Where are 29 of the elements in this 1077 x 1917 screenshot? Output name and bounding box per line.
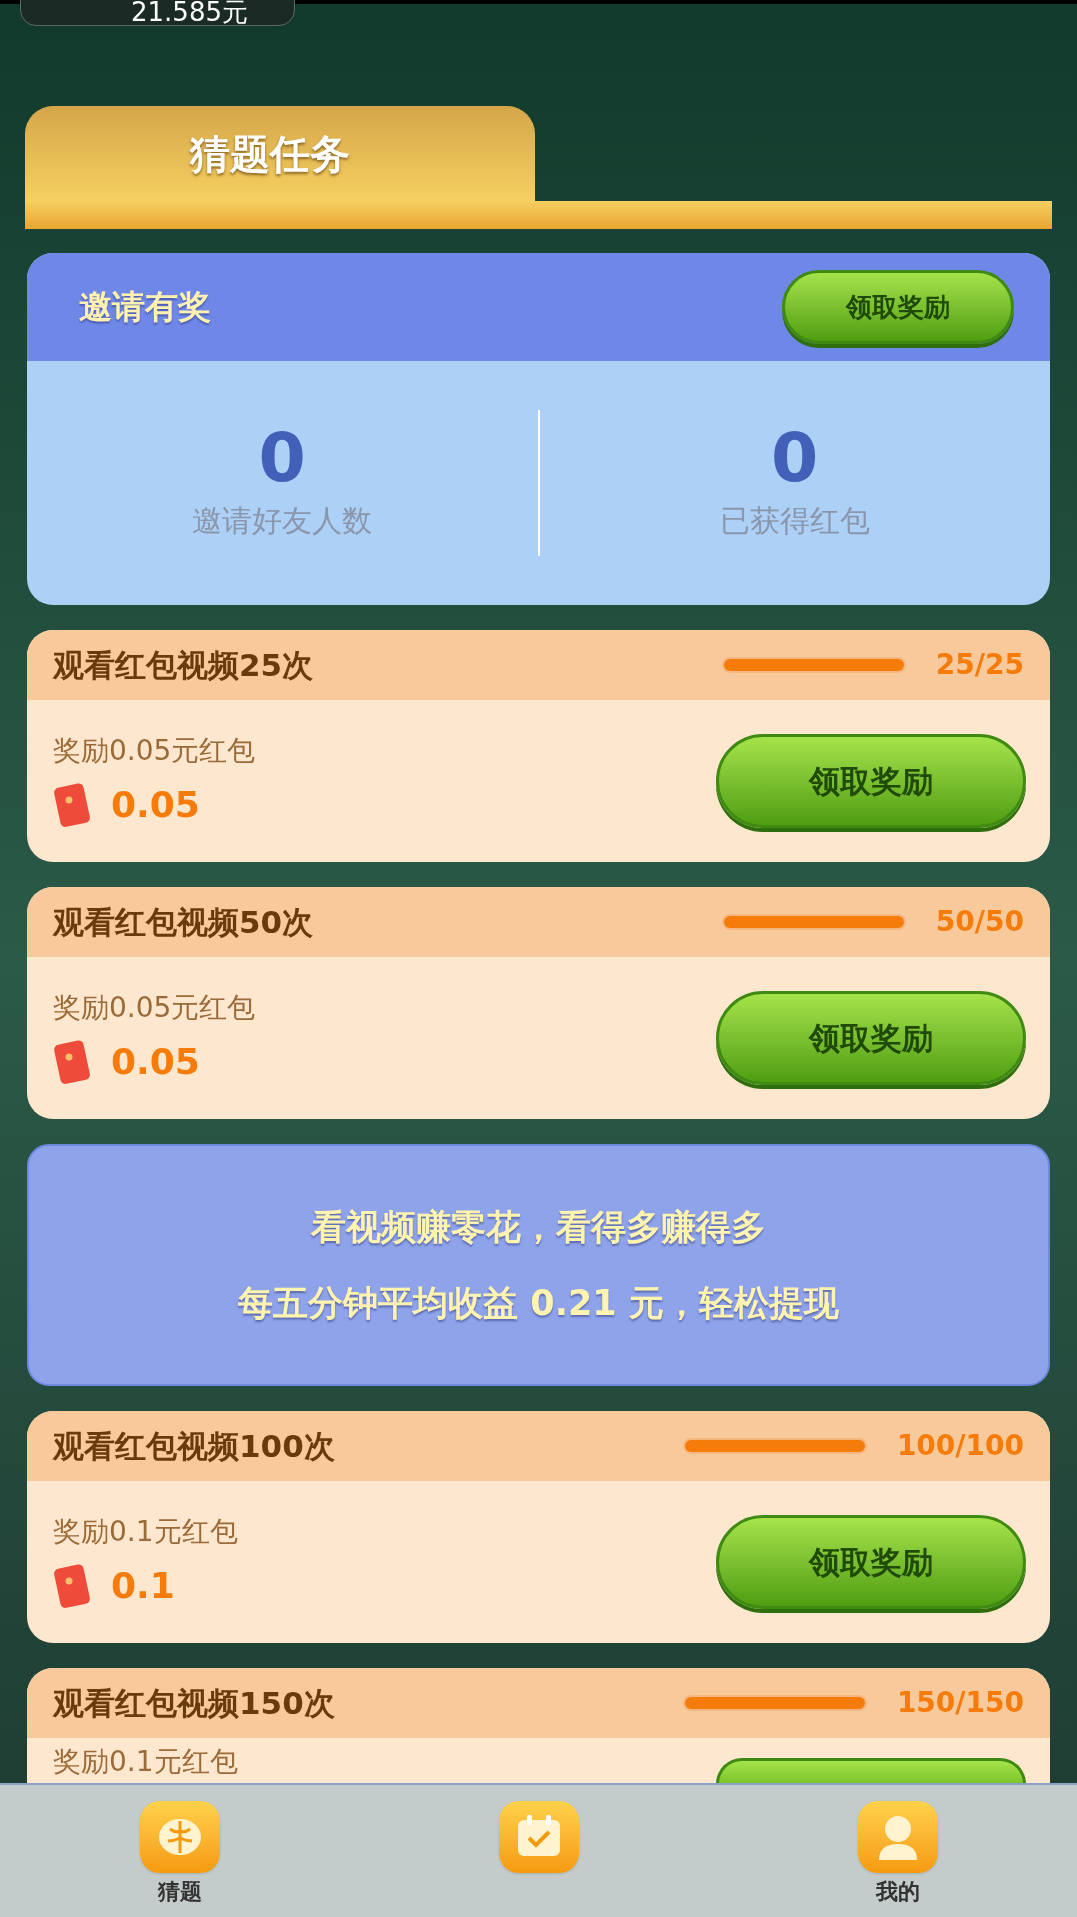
nav-tab[interactable]: 猜题 [0, 1785, 359, 1917]
promo-text: 每五分钟平均收益 0.21 元，轻松提现 [238, 1282, 839, 1325]
brain-icon [139, 1801, 220, 1873]
task-title: 观看红包视频150次 [53, 1683, 335, 1723]
reward-text: 奖励0.1元红包 [53, 1514, 238, 1550]
stat-label: 邀请好友人数 [192, 501, 373, 540]
reward-text: 奖励0.05元红包 [53, 990, 256, 1026]
nav-tab[interactable]: 我的 [718, 1785, 1077, 1917]
task-title: 观看红包视频50次 [53, 902, 314, 942]
calendar-check-icon [498, 1801, 579, 1873]
reward-amount: 0.1 [111, 1564, 175, 1608]
stat-value: 0 [258, 423, 306, 492]
stat-value: 0 [771, 423, 819, 492]
reward-text: 奖励0.05元红包 [53, 733, 256, 769]
reward-text: 奖励0.1元红包 [53, 1744, 238, 1780]
progress-count: 100/100 [896, 1428, 1024, 1464]
stat-label: 已获得红包 [719, 501, 870, 540]
balance-text: 21.585元 [131, 0, 248, 25]
progress-count: 50/50 [935, 904, 1024, 940]
promo-text: 看视频赚零花，看得多赚得多 [311, 1205, 766, 1249]
claim-reward-button[interactable] [716, 1758, 1026, 1784]
progress-count: 25/25 [935, 647, 1024, 683]
task-title: 观看红包视频100次 [53, 1426, 335, 1466]
reward-amount: 0.05 [111, 1040, 200, 1084]
reward-amount: 0.05 [111, 783, 200, 827]
progress-count: 150/150 [896, 1685, 1024, 1721]
person-icon [857, 1801, 938, 1873]
task-title: 观看红包视频25次 [53, 645, 314, 685]
invite-title: 邀请有奖 [79, 286, 211, 329]
